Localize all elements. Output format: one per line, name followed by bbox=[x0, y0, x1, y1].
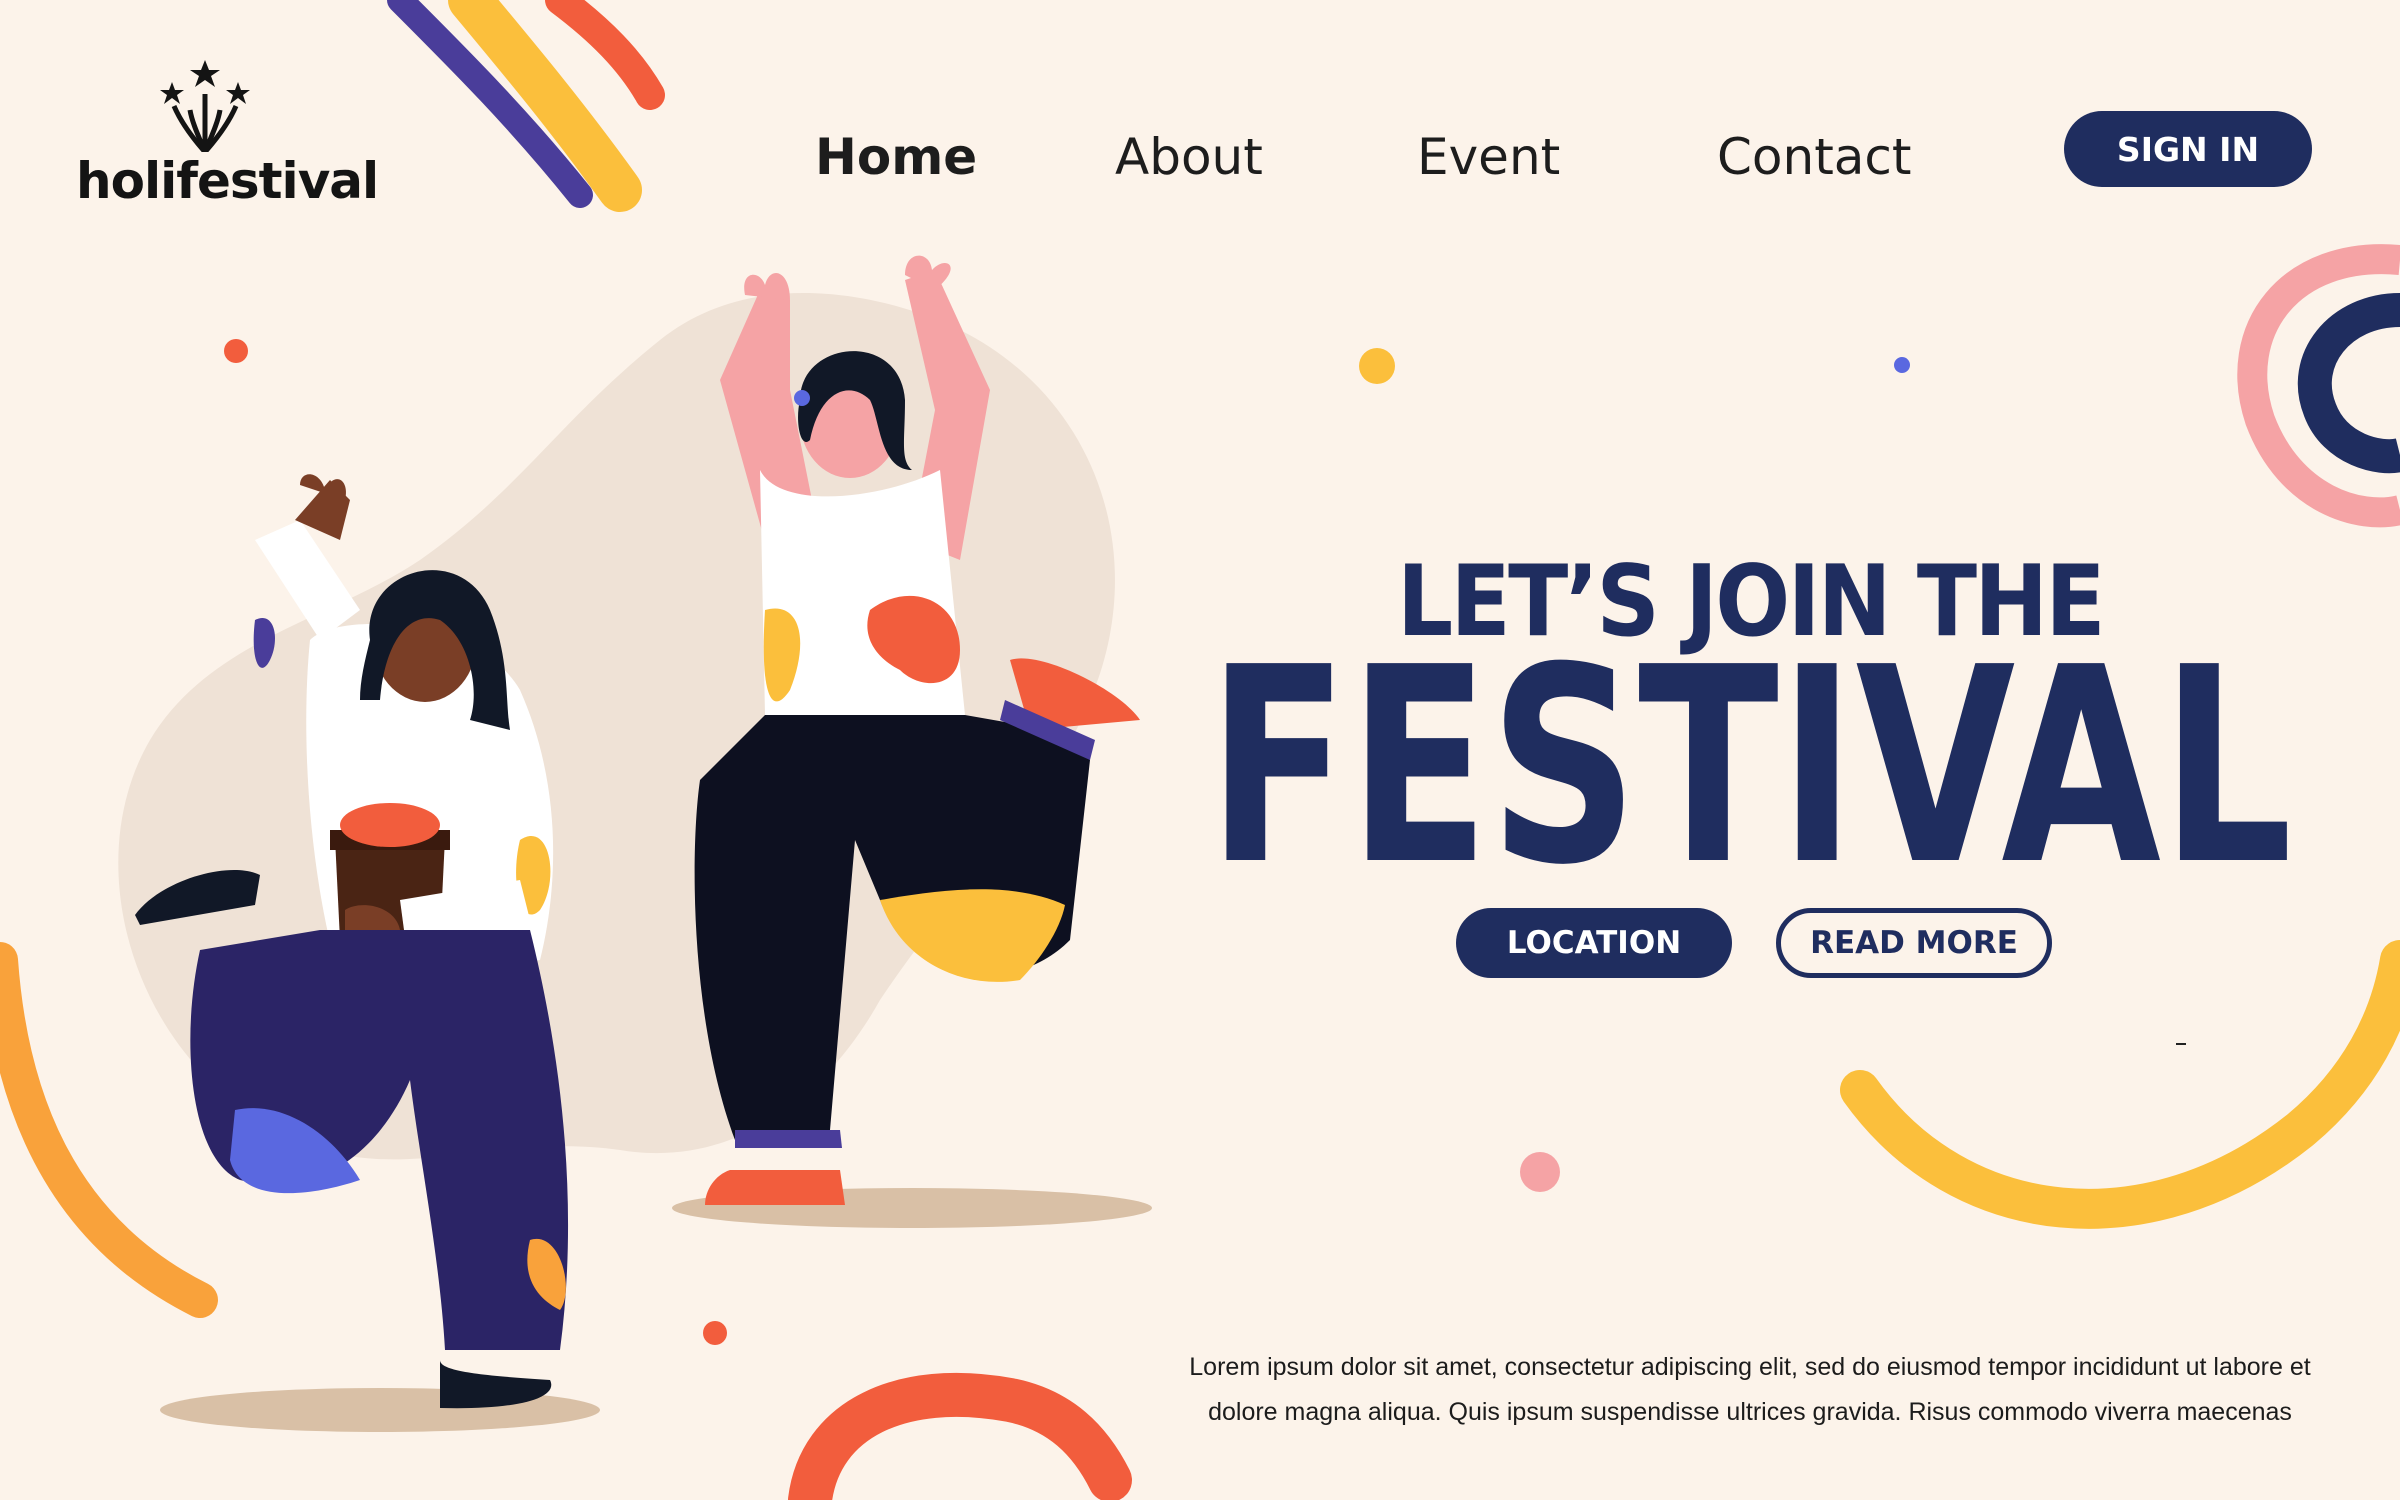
confetti-dot bbox=[224, 339, 248, 363]
logo[interactable]: holifestival bbox=[72, 60, 379, 210]
nav-about[interactable]: About bbox=[1115, 128, 1263, 186]
brush-stroke-yellow bbox=[1840, 940, 2400, 1229]
logo-text: holifestival bbox=[76, 152, 379, 210]
nav-home[interactable]: Home bbox=[815, 128, 977, 186]
svg-text:FESTIVAL: FESTIVAL bbox=[1208, 635, 2293, 875]
brush-stroke-top bbox=[387, 0, 665, 212]
confetti-dot bbox=[703, 1321, 727, 1345]
fireworks-icon bbox=[160, 60, 250, 152]
confetti-dot bbox=[1894, 357, 1910, 373]
hero-body-text: Lorem ipsum dolor sit amet, consectetur … bbox=[1180, 1345, 2320, 1435]
confetti-dot bbox=[1520, 1152, 1560, 1192]
brush-stroke-coral bbox=[788, 1372, 1132, 1500]
hero-heading-large: FESTIVAL bbox=[1208, 635, 2293, 875]
read-more-button[interactable]: READ MORE bbox=[1776, 908, 2052, 978]
confetti-dot bbox=[1359, 348, 1395, 384]
divider-mark bbox=[2176, 1043, 2186, 1045]
nav-event[interactable]: Event bbox=[1417, 128, 1560, 186]
brush-swirl-right bbox=[2237, 244, 2400, 528]
hero-body-line: Lorem ipsum dolor sit amet, consectetur … bbox=[1189, 1353, 2311, 1381]
location-button[interactable]: LOCATION bbox=[1456, 908, 1732, 978]
sign-in-button[interactable]: SIGN IN bbox=[2064, 111, 2312, 187]
hero-body-line: dolore magna aliqua. Quis ipsum suspendi… bbox=[1208, 1398, 2292, 1426]
nav-contact[interactable]: Contact bbox=[1717, 128, 1912, 186]
